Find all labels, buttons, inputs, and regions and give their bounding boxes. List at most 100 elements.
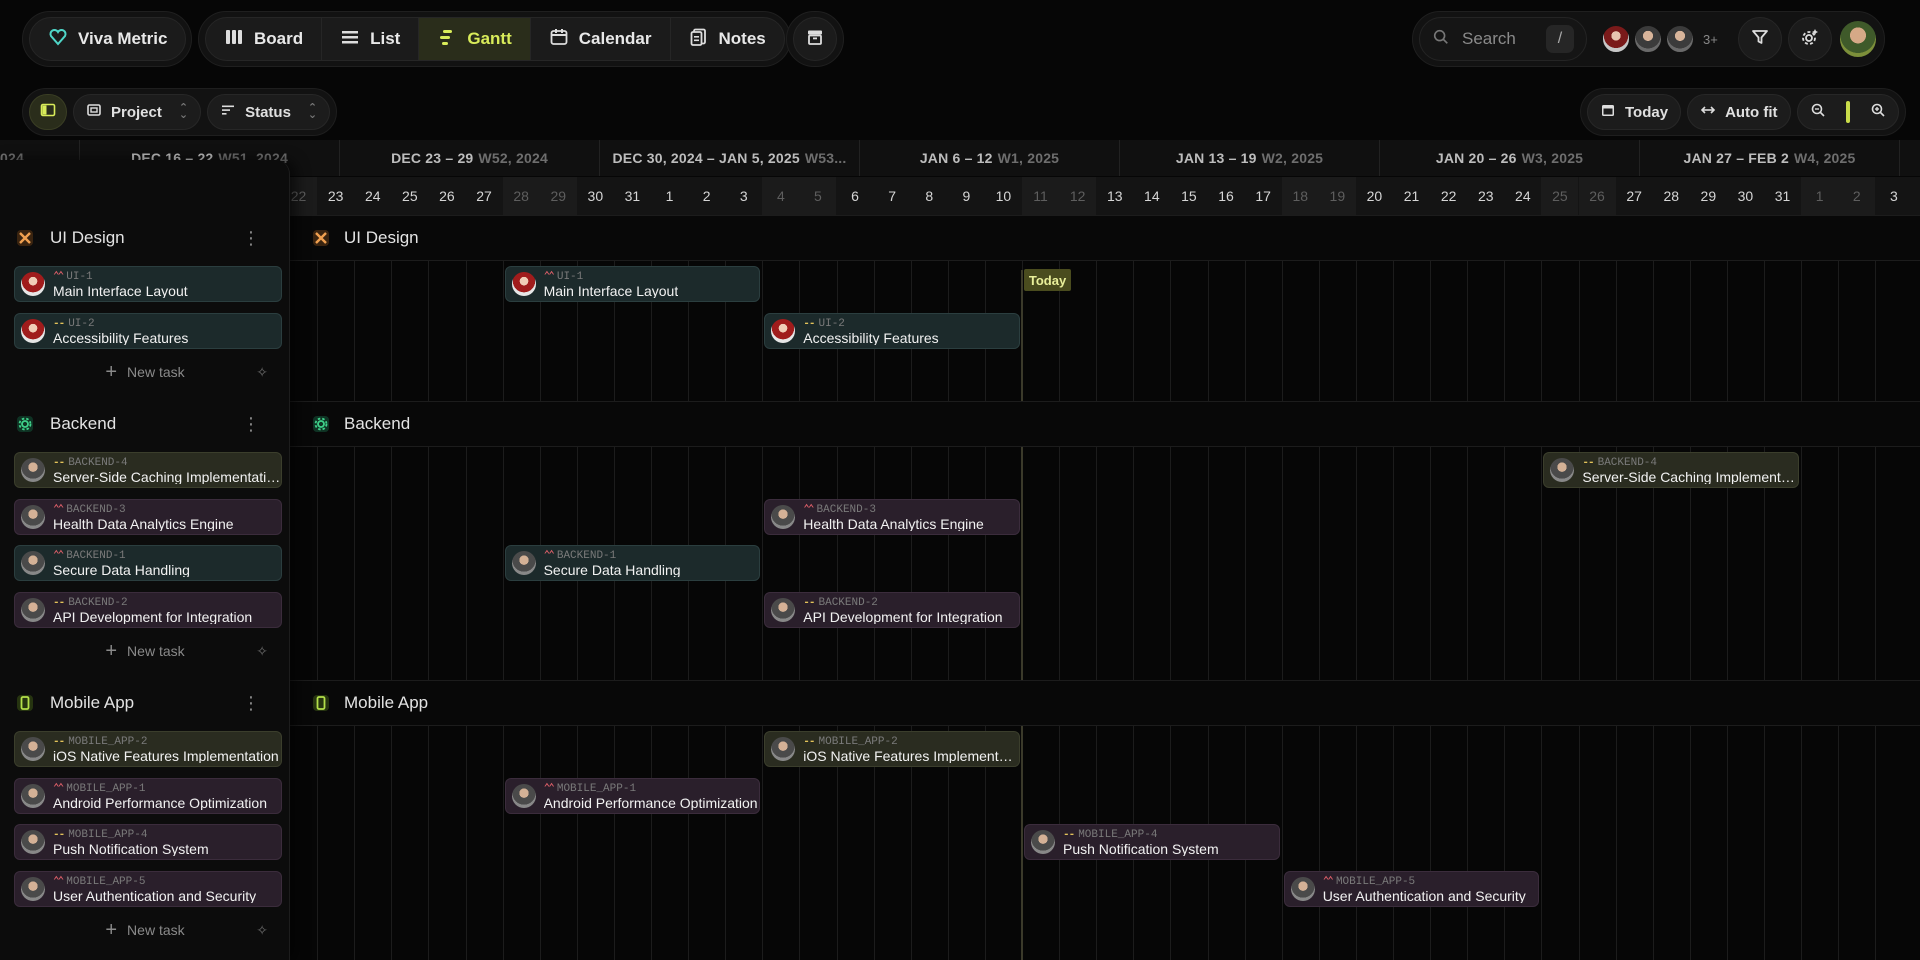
project-icon [86,102,102,122]
group-header-row: UI Design [290,215,1920,261]
member-avatars[interactable]: 3+ [1601,24,1718,54]
ai-sparkle-icon[interactable]: ✧ [256,364,268,381]
sidebar-task-card[interactable]: ⌃⌃MOBILE_APP-5User Authentication and Se… [14,871,282,907]
sidebar-task-card[interactable]: --MOBILE_APP-4Push Notification System [14,824,282,860]
task-title: Health Data Analytics Engine [53,517,234,531]
task-title: User Authentication and Security [53,889,256,903]
assignee-avatar [21,784,45,808]
app-switcher: Viva Metric [22,11,192,67]
workspace-button[interactable]: Viva Metric [29,17,186,61]
new-task-button[interactable]: +New task✧ [0,913,290,947]
task-text: --MOBILE_APP-2iOS Native Features Implem… [53,735,279,763]
tab-gantt[interactable]: Gantt [418,17,530,61]
sidebar-task-card[interactable]: ⌃⌃MOBILE_APP-1Android Performance Optimi… [14,778,282,814]
gantt-task-bar[interactable]: --BACKEND-4Server-Side Caching Implement… [1543,452,1799,488]
task-code: BACKEND-1 [557,549,616,563]
search-box[interactable]: Search / [1419,17,1587,61]
task-code: MOBILE_APP-2 [68,735,147,749]
priority-high-icon: ⌃⌃ [53,549,62,563]
assignee-avatar [512,272,536,296]
sidebar-task-card[interactable]: ⌃⌃UI-1Main Interface Layout [14,266,282,302]
sidebar-task-card[interactable]: --MOBILE_APP-2iOS Native Features Implem… [14,731,282,767]
archive-button[interactable] [793,17,837,61]
assignee-avatar [21,272,45,296]
day-cell: 9 [948,177,985,215]
sidebar-group-header[interactable]: Mobile App⋮ [0,683,290,723]
more-options-icon[interactable]: ⋮ [242,693,260,714]
gantt-task-bar[interactable]: --UI-2Accessibility Features [764,313,1020,349]
day-cell: 28 [503,177,540,215]
ai-sparkle-icon[interactable]: ✧ [256,922,268,939]
task-text: --BACKEND-2API Development for Integrati… [803,596,1002,624]
day-gridline [1393,215,1394,960]
assignee-avatar [1031,830,1055,854]
day-gridline [688,215,689,960]
day-cell: 6 [837,177,874,215]
sidebar-group-header[interactable]: UI Design⋮ [0,218,290,258]
list-icon [340,27,360,52]
sidebar-task-card[interactable]: --BACKEND-4Server-Side Caching Implement… [14,452,282,488]
sidebar-group-header[interactable]: Backend⋮ [0,404,290,444]
zoom-in-icon[interactable] [1870,102,1886,122]
today-line [1021,270,1023,960]
gantt-task-bar[interactable]: ⌃⌃UI-1Main Interface Layout [505,266,761,302]
task-code-row: ⌃⌃MOBILE_APP-1 [53,782,267,796]
sidebar-task-card[interactable]: --BACKEND-2API Development for Integrati… [14,592,282,628]
user-avatar[interactable] [1838,19,1878,59]
more-options-icon[interactable]: ⋮ [242,228,260,249]
tab-board-label: Board [254,29,303,49]
assignee-avatar [512,551,536,575]
gantt-task-bar[interactable]: ⌃⌃MOBILE_APP-5User Authentication and Se… [1284,871,1540,907]
day-gridline [1764,215,1765,960]
zoom-slider-handle[interactable] [1846,101,1850,123]
tab-notes[interactable]: Notes [670,17,785,61]
group-name: Backend [344,414,410,434]
gantt-task-bar[interactable]: ⌃⌃MOBILE_APP-1Android Performance Optimi… [505,778,761,814]
settings-button[interactable] [1788,17,1832,61]
sort-icon [220,102,236,122]
archive-group [786,11,844,67]
assignee-avatar [771,505,795,529]
day-cell: 11 [1022,177,1059,215]
day-cell: 24 [354,177,391,215]
sidebar-task-card[interactable]: ⌃⌃BACKEND-1Secure Data Handling [14,545,282,581]
project-label: Project [111,104,162,121]
gantt-task-bar[interactable]: --BACKEND-2API Development for Integrati… [764,592,1020,628]
tab-calendar[interactable]: Calendar [530,17,671,61]
task-code: MOBILE_APP-4 [1078,828,1157,842]
day-gridline [1319,215,1320,960]
day-gridline [354,215,355,960]
day-cell: 8 [911,177,948,215]
gantt-task-bar[interactable]: ⌃⌃BACKEND-3Health Data Analytics Engine [764,499,1020,535]
zoom-out-icon[interactable] [1810,102,1826,122]
priority-medium-icon: -- [803,317,814,331]
right-controls: Search / 3+ [1412,11,1885,67]
sort-by-status-select[interactable]: Status ⌃⌄ [207,94,330,130]
new-task-button[interactable]: +New task✧ [0,355,290,389]
ai-sparkle-icon[interactable]: ✧ [256,643,268,660]
assignee-avatar [21,319,45,343]
week-number: W53... [805,150,847,166]
new-task-button[interactable]: +New task✧ [0,634,290,668]
week-label: JAN 6 – 12W1, 2025 [859,140,1119,176]
gantt-task-bar[interactable]: --MOBILE_APP-2iOS Native Features Implem… [764,731,1020,767]
sidebar-task-card[interactable]: ⌃⌃BACKEND-3Health Data Analytics Engine [14,499,282,535]
gear-icon [16,415,34,433]
gantt-task-bar[interactable]: --MOBILE_APP-4Push Notification System [1024,824,1280,860]
task-code: MOBILE_APP-2 [819,735,898,749]
toggle-sidebar-button[interactable] [29,94,67,130]
task-code-row: --MOBILE_APP-4 [1063,828,1219,842]
more-options-icon[interactable]: ⋮ [242,414,260,435]
tab-list[interactable]: List [321,17,419,61]
day-cell: 23 [317,177,354,215]
gantt-task-bar[interactable]: ⌃⌃BACKEND-1Secure Data Handling [505,545,761,581]
sidebar-task-card[interactable]: --UI-2Accessibility Features [14,313,282,349]
priority-medium-icon: -- [53,735,64,749]
today-button[interactable]: Today [1587,94,1681,130]
filter-button[interactable] [1738,17,1782,61]
auto-fit-button[interactable]: Auto fit [1687,94,1790,130]
group-by-project-select[interactable]: Project ⌃⌄ [73,94,201,130]
task-code-row: ⌃⌃BACKEND-3 [53,503,234,517]
tab-board[interactable]: Board [205,17,322,61]
day-gridline [317,215,318,960]
